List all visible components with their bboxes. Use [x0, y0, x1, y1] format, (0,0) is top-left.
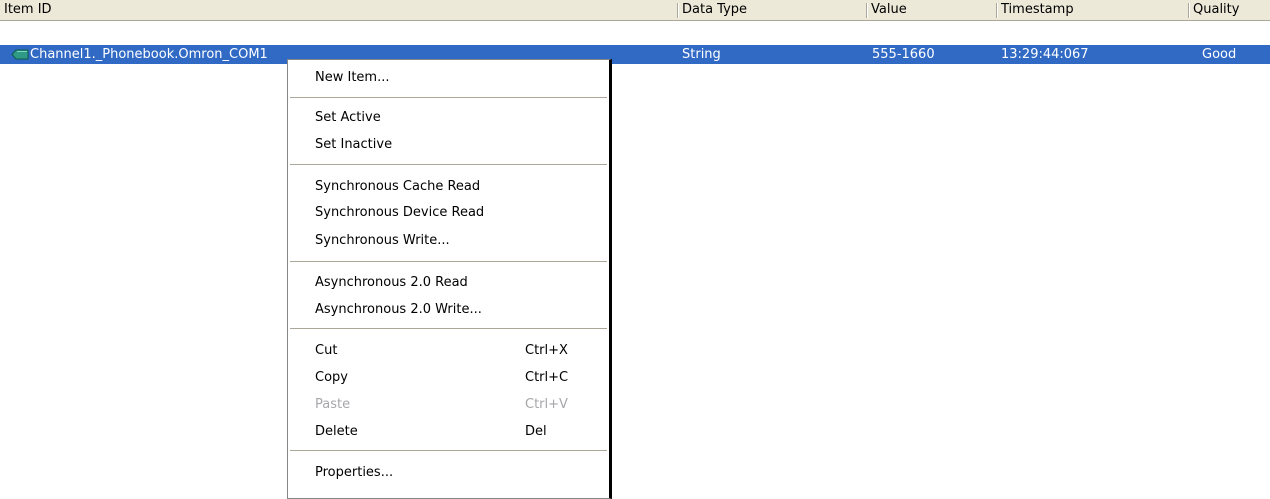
menu-item-async-read[interactable]: Asynchronous 2.0 Read: [315, 271, 579, 295]
menu-item-cut[interactable]: Cut Ctrl+X: [315, 339, 579, 363]
menu-item-sync-cache-read[interactable]: Synchronous Cache Read: [315, 175, 579, 199]
menu-item-set-active[interactable]: Set Active: [315, 106, 579, 130]
column-header-item-id[interactable]: Item ID: [0, 0, 678, 20]
menu-item-copy[interactable]: Copy Ctrl+C: [315, 366, 579, 390]
menu-item-shortcut: Ctrl+C: [525, 370, 569, 385]
menu-item-sync-device-read[interactable]: Synchronous Device Read: [315, 201, 579, 225]
menu-item-set-inactive[interactable]: Set Inactive: [315, 133, 579, 157]
menu-item-label: Paste: [315, 397, 351, 412]
menu-item-label: Cut: [315, 343, 338, 358]
table-row[interactable]: Channel1._Phonebook.Omron_COM1 String 55…: [0, 45, 1270, 64]
menu-item-delete[interactable]: Delete Del: [315, 420, 579, 444]
menu-item-new-item[interactable]: New Item...: [315, 66, 579, 90]
column-header-timestamp[interactable]: Timestamp: [997, 0, 1189, 20]
column-header-value[interactable]: Value: [867, 0, 997, 20]
menu-item-async-write[interactable]: Asynchronous 2.0 Write...: [315, 298, 579, 322]
tag-icon: [11, 49, 29, 60]
menu-separator: [290, 164, 607, 165]
menu-item-sync-write[interactable]: Synchronous Write...: [315, 229, 579, 253]
menu-item-label: Copy: [315, 370, 348, 385]
menu-separator: [290, 450, 607, 451]
column-header-quality[interactable]: Quality: [1189, 0, 1270, 20]
data-type-cell: String: [682, 47, 721, 62]
menu-item-shortcut: Ctrl+V: [525, 397, 568, 412]
list-header: Item ID Data Type Value Timestamp Qualit…: [0, 0, 1270, 21]
menu-item-shortcut: Del: [525, 424, 547, 439]
menu-separator: [290, 261, 607, 262]
timestamp-cell: 13:29:44:067: [1001, 47, 1089, 62]
menu-item-label: Delete: [315, 424, 358, 439]
menu-item-properties[interactable]: Properties...: [315, 461, 579, 485]
quality-cell: Good: [1202, 47, 1237, 62]
menu-separator: [290, 328, 607, 329]
context-menu: New Item... Set Active Set Inactive Sync…: [287, 59, 612, 499]
value-cell: 555-1660: [872, 47, 935, 62]
menu-separator: [290, 97, 607, 98]
column-header-data-type[interactable]: Data Type: [678, 0, 867, 20]
menu-item-paste: Paste Ctrl+V: [315, 393, 579, 417]
menu-item-shortcut: Ctrl+X: [525, 343, 568, 358]
